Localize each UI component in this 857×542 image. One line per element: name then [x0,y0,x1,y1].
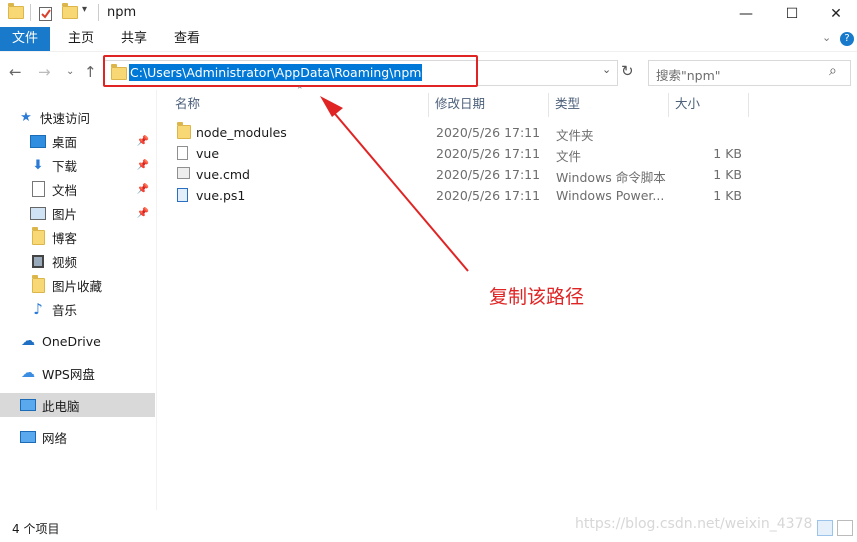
annotation-text: 复制该路径 [489,286,585,308]
status-item-count: 4 个项目 [12,522,60,536]
annotation-arrow [320,96,469,272]
large-icons-view-icon[interactable] [837,520,853,536]
watermark: https://blog.csdn.net/weixin_4378 [575,516,813,532]
details-view-icon[interactable] [817,520,833,536]
